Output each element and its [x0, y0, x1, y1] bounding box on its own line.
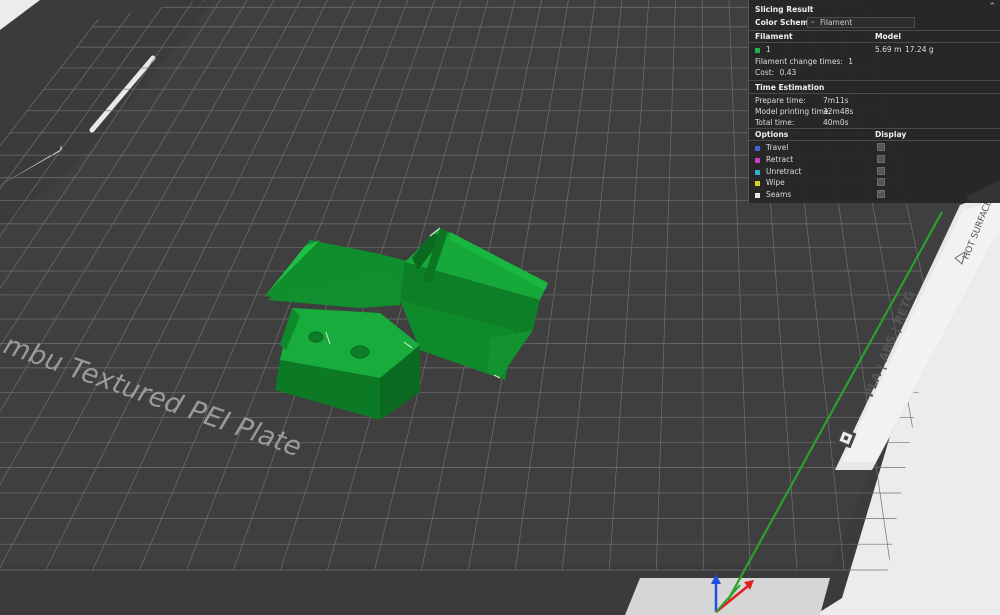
retract-display-checkbox[interactable]: [877, 155, 885, 163]
seams-display-checkbox[interactable]: [877, 188, 885, 198]
total-time-label: Total time:: [755, 118, 795, 127]
filament-id: 1: [766, 45, 771, 54]
change-times-label: Filament change times:: [755, 57, 843, 66]
option-label: Unretract: [766, 167, 802, 176]
prepare-time-label: Prepare time:: [755, 96, 806, 105]
wipe-color-swatch: [755, 180, 760, 186]
wipe-display-checkbox[interactable]: [877, 178, 885, 186]
display-header: Display: [875, 130, 907, 139]
prepare-time-value: 7m11s: [823, 96, 849, 105]
filament-row: 1: [755, 45, 771, 54]
option-unretract: Unretract: [755, 167, 801, 176]
cost-label: Cost:: [755, 68, 775, 77]
plate-corner-mount: [625, 578, 830, 615]
slicing-result-panel: Slicing Result ⌃ Color Scheme ⌄ Filament…: [748, 0, 1000, 203]
retract-color-swatch: [755, 157, 760, 163]
travel-display-checkbox[interactable]: [877, 143, 885, 151]
option-travel: Travel: [755, 143, 788, 152]
travel-color-swatch: [755, 145, 760, 151]
options-header: Options: [755, 130, 789, 139]
chevron-down-icon: ⌄: [810, 17, 816, 25]
model-print-time-value: 32m48s: [823, 107, 854, 116]
total-time-value: 40m0s: [823, 118, 849, 127]
chevron-up-icon[interactable]: ⌃: [988, 2, 996, 12]
filament-header: Filament: [755, 32, 793, 41]
color-scheme-value: Filament: [820, 18, 853, 27]
option-label: Wipe: [766, 178, 785, 187]
filament-length: 5.69 m: [875, 45, 902, 54]
color-scheme-select[interactable]: ⌄ Filament: [807, 17, 915, 28]
option-seams: Seams: [755, 190, 791, 199]
option-wipe: Wipe: [755, 178, 785, 187]
change-times-row: Filament change times: 1: [755, 57, 853, 66]
filament-color-swatch: [755, 47, 760, 53]
option-label: Retract: [766, 155, 794, 164]
option-retract: Retract: [755, 155, 793, 164]
unretract-display-checkbox[interactable]: [877, 167, 885, 175]
panel-title: Slicing Result: [755, 5, 814, 14]
cost-value: 0.43: [779, 68, 797, 77]
filament-weight: 17.24 g: [905, 45, 934, 54]
option-label: Travel: [766, 143, 789, 152]
cost-row: Cost: 0.43: [755, 68, 796, 77]
option-label: Seams: [766, 190, 792, 199]
change-times-value: 1: [848, 57, 854, 66]
model-print-time-label: Model printing time:: [755, 107, 831, 116]
time-estimation-header: Time Estimation: [755, 83, 825, 92]
unretract-color-swatch: [755, 169, 760, 175]
model-header: Model: [875, 32, 901, 41]
seams-color-swatch: [755, 192, 760, 198]
color-scheme-label: Color Scheme: [755, 18, 814, 27]
